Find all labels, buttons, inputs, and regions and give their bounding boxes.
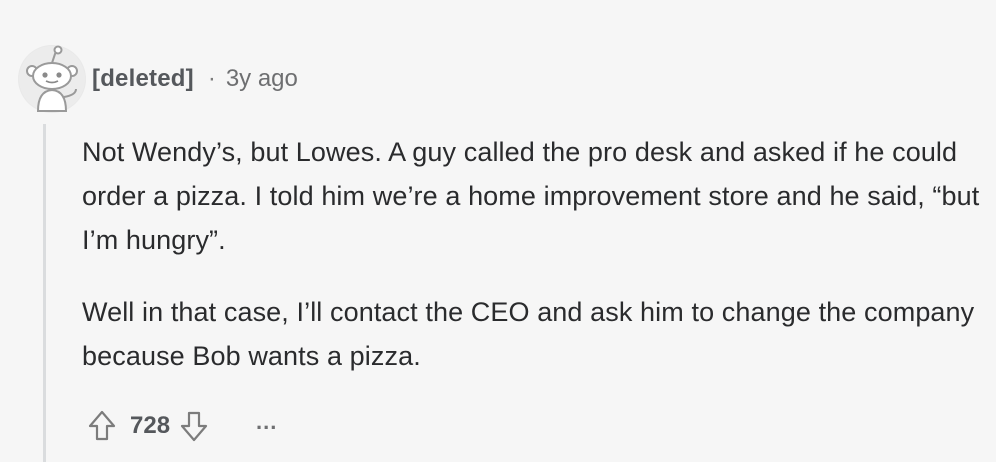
comment-age[interactable]: 3y ago: [226, 65, 298, 93]
comment-header: [deleted] · 3y ago: [18, 38, 298, 120]
username[interactable]: [deleted]: [92, 65, 194, 93]
comment-body: Not Wendy’s, but Lowes. A guy called the…: [82, 130, 982, 406]
comment-actions: 728 ...: [88, 404, 277, 448]
more-options-icon[interactable]: ...: [256, 411, 277, 433]
thread-line[interactable]: [43, 124, 46, 462]
meta-separator: ·: [207, 65, 216, 92]
comment-paragraph: Not Wendy’s, but Lowes. A guy called the…: [82, 137, 980, 255]
downvote-arrow-icon[interactable]: [180, 409, 208, 443]
deleted-user-avatar-icon[interactable]: [18, 45, 86, 113]
vote-score: 728: [130, 412, 171, 439]
upvote-arrow-icon[interactable]: [88, 409, 116, 443]
comment-paragraph: Well in that case, I’ll contact the CEO …: [82, 297, 975, 371]
comment: [deleted] · 3y ago Not Wendy’s, but Lowe…: [0, 0, 996, 462]
